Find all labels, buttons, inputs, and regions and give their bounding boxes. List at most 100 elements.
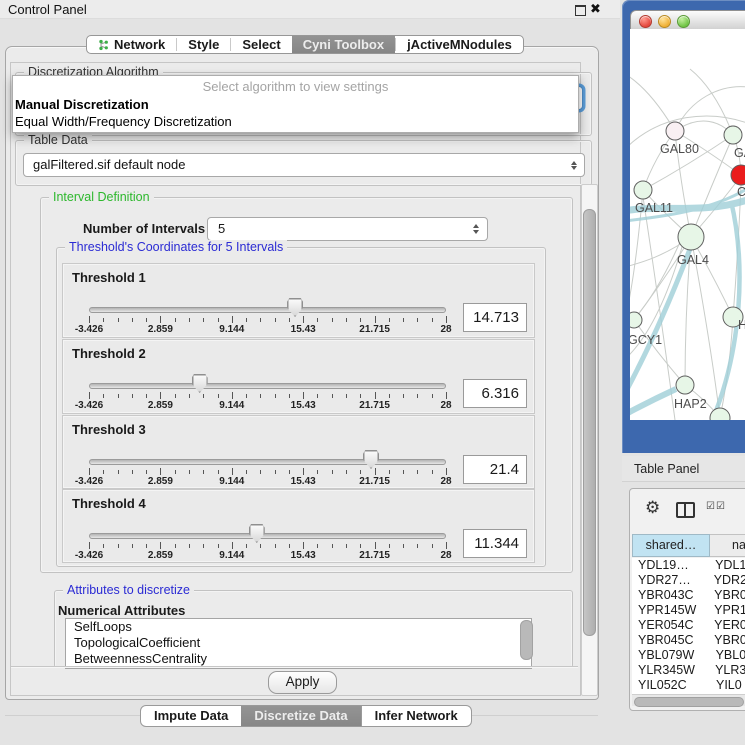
tab-jactivemnodules[interactable]: jActiveMNodules <box>396 36 523 53</box>
table-cell[interactable]: YPR145W <box>632 603 710 618</box>
table-cell[interactable]: YER054C <box>632 618 710 633</box>
network-window-titlebar[interactable] <box>630 10 745 31</box>
column-header-name[interactable]: na <box>710 534 745 557</box>
table-cell[interactable]: YBR0 <box>710 633 745 648</box>
table-cell[interactable]: YDL19… <box>632 558 711 573</box>
close-traffic-light[interactable] <box>639 15 652 28</box>
threshold-slider[interactable]: -3.4262.8599.14415.4321.71528 <box>89 521 446 561</box>
scrollbar-thumb[interactable] <box>634 697 744 707</box>
split-columns-icon[interactable] <box>676 502 695 518</box>
network-canvas[interactable]: GAL80 GA C GAL11 GAL4 H GCY1 HAP2 <box>630 29 745 420</box>
table-cell[interactable]: YDR2 <box>710 573 745 588</box>
table-cell[interactable]: YIL052C <box>632 678 712 693</box>
tab-style[interactable]: Style <box>177 36 230 53</box>
node-gcy1[interactable] <box>630 312 642 328</box>
intervals-spinner[interactable]: 5 <box>207 217 488 241</box>
select-columns-icons[interactable]: ☑☑ <box>706 501 726 512</box>
table-row[interactable]: YBR043CYBR0 <box>632 588 745 603</box>
threshold-value-field[interactable]: 21.4 <box>463 455 527 484</box>
table-cell[interactable]: YDL1 <box>711 558 745 573</box>
threshold-value-field[interactable]: 14.713 <box>463 303 527 332</box>
table-cell[interactable]: YLR3 <box>711 663 745 678</box>
threshold-value-field[interactable]: 6.316 <box>463 379 527 408</box>
table-row[interactable]: YER054CYER0 <box>632 618 745 633</box>
table-cell[interactable]: YIL0 <box>712 678 742 693</box>
table-cell[interactable]: YBL079W <box>632 648 712 663</box>
table-row[interactable]: YBR045CYBR0 <box>632 633 745 648</box>
node-gal4[interactable] <box>678 224 704 250</box>
tab-discretize-data[interactable]: Discretize Data <box>241 706 360 726</box>
table-horizontal-scrollbar[interactable] <box>632 694 745 706</box>
tab-select[interactable]: Select <box>231 36 291 53</box>
tick-mark <box>160 468 161 475</box>
table-cell[interactable]: YLR345W <box>632 663 711 678</box>
slider-handle[interactable] <box>287 298 303 317</box>
tick-mark <box>375 468 376 475</box>
node-gal11[interactable] <box>634 181 652 199</box>
node-top-right[interactable] <box>724 126 742 144</box>
table-data-select[interactable]: galFiltered.sif default node <box>23 153 585 177</box>
tick-mark <box>389 470 390 474</box>
slider-handle[interactable] <box>249 524 265 543</box>
zoom-traffic-light[interactable] <box>677 15 690 28</box>
node-hap2[interactable] <box>676 376 694 394</box>
network-window[interactable]: GAL80 GA C GAL11 GAL4 H GCY1 HAP2 <box>622 0 745 453</box>
attribute-list-item[interactable]: TopologicalCoefficient <box>66 635 531 651</box>
tab-cyni-toolbox[interactable]: Cyni Toolbox <box>292 36 395 53</box>
attribute-list-item[interactable]: BetweennessCentrality <box>66 651 531 667</box>
table-cell[interactable]: YPR1 <box>710 603 745 618</box>
node-red-selected[interactable] <box>731 165 745 185</box>
slider-track[interactable] <box>89 533 446 539</box>
threshold-slider[interactable]: -3.4262.8599.14415.4321.71528 <box>89 447 446 487</box>
table-cell[interactable]: YBL0 <box>712 648 745 663</box>
popup-option-equal-width[interactable]: Equal Width/Frequency Discretization <box>13 113 578 130</box>
control-panel-titlebar: Control Panel ✖ <box>0 0 620 19</box>
tick-mark <box>160 542 161 549</box>
popup-placeholder-option[interactable]: Select algorithm to view settings <box>13 78 578 96</box>
table-row[interactable]: YIL052CYIL0 <box>632 678 745 693</box>
panel-vertical-scrollbar[interactable] <box>581 184 598 696</box>
minimize-traffic-light[interactable] <box>658 15 671 28</box>
float-window-icon[interactable] <box>575 5 586 16</box>
table-row[interactable]: YPR145WYPR1 <box>632 603 745 618</box>
gear-icon[interactable]: ⚙ <box>645 498 660 518</box>
tick-mark <box>260 394 261 398</box>
table-row[interactable]: YDL19…YDL1 <box>632 558 745 573</box>
tab-infer-network[interactable]: Infer Network <box>361 706 471 726</box>
slider-handle[interactable] <box>363 450 379 469</box>
table-cell[interactable]: YBR043C <box>632 588 710 603</box>
attributes-list[interactable]: SelfLoopsTopologicalCoefficientBetweenne… <box>65 618 532 669</box>
table-row[interactable]: YDR27…YDR2 <box>632 573 745 588</box>
threshold-slider[interactable]: -3.4262.8599.14415.4321.71528 <box>89 295 446 335</box>
attribute-list-item[interactable]: SelfLoops <box>66 619 531 635</box>
tab-impute-data[interactable]: Impute Data <box>141 706 241 726</box>
slider-track[interactable] <box>89 383 446 389</box>
tick-mark <box>146 470 147 474</box>
attributes-list-scrollbar[interactable] <box>520 620 533 660</box>
tick-mark <box>132 544 133 548</box>
spinner-arrows-icon[interactable] <box>473 218 479 240</box>
scrollbar-thumb[interactable] <box>583 209 596 636</box>
network-icon <box>98 39 109 51</box>
table-row[interactable]: YBL079WYBL0 <box>632 648 745 663</box>
tick-mark <box>417 318 418 322</box>
tick-mark <box>289 318 290 322</box>
apply-button[interactable]: Apply <box>268 671 337 694</box>
table-row[interactable]: YLR345WYLR3 <box>632 663 745 678</box>
slider-track[interactable] <box>89 459 446 465</box>
table-cell[interactable]: YBR045C <box>632 633 710 648</box>
node-label: GA <box>734 146 745 160</box>
column-header-shared[interactable]: shared… <box>632 534 710 557</box>
popup-option-manual[interactable]: Manual Discretization <box>13 96 578 113</box>
threshold-value-field[interactable]: 11.344 <box>463 529 527 558</box>
table-cell[interactable]: YER0 <box>710 618 745 633</box>
close-icon[interactable]: ✖ <box>590 1 601 17</box>
table-cell[interactable]: YDR27… <box>632 573 710 588</box>
node-gal80[interactable] <box>666 122 684 140</box>
table-cell[interactable]: YBR0 <box>710 588 745 603</box>
threshold-slider[interactable]: -3.4262.8599.14415.4321.71528 <box>89 371 446 411</box>
slider-handle[interactable] <box>192 374 208 393</box>
tab-network[interactable]: Network <box>87 36 176 53</box>
slider-track[interactable] <box>89 307 446 313</box>
tick-label: -3.426 <box>75 476 103 487</box>
